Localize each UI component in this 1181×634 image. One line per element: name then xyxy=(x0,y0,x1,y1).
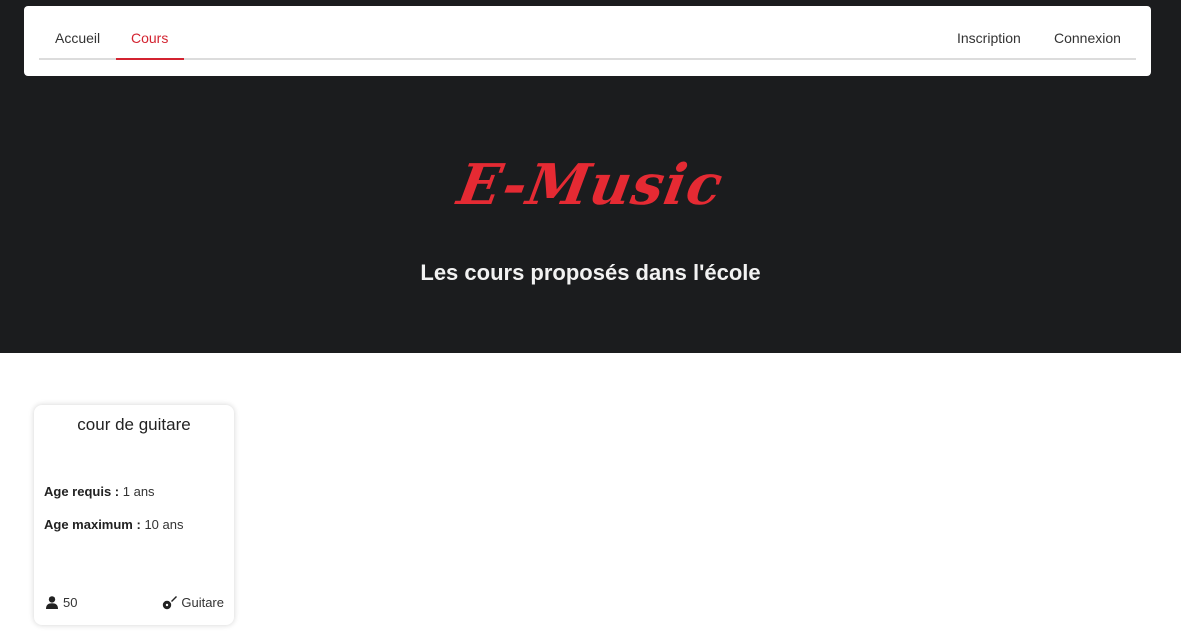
nav-item-connexion[interactable]: Connexion xyxy=(1054,30,1121,46)
nav-item-inscription[interactable]: Inscription xyxy=(957,30,1021,46)
course-age-max: Age maximum : 10 ans xyxy=(44,517,183,532)
capacity-value: 50 xyxy=(63,595,78,610)
nav-item-cours[interactable]: Cours xyxy=(131,30,168,46)
age-min-value: 1 ans xyxy=(122,484,155,499)
active-tab-indicator xyxy=(116,58,184,60)
guitar-icon xyxy=(162,595,178,610)
page-subtitle: Les cours proposés dans l'école xyxy=(420,260,761,285)
course-age-min: Age requis : 1 ans xyxy=(44,484,155,499)
instrument-label: Guitare xyxy=(181,595,224,610)
age-max-value: 10 ans xyxy=(144,517,184,532)
user-icon xyxy=(46,596,58,609)
course-card[interactable]: cour de guitare Age requis : 1 ans Age m… xyxy=(34,405,234,625)
course-capacity: 50 xyxy=(46,595,77,610)
age-min-label: Age requis : xyxy=(44,484,120,499)
course-instrument: Guitare xyxy=(162,595,224,610)
course-title: cour de guitare xyxy=(77,415,191,434)
nav-item-accueil[interactable]: Accueil xyxy=(55,30,100,46)
site-logo: E-Music xyxy=(452,152,729,218)
age-max-label: Age maximum : xyxy=(44,517,141,532)
navbar: Accueil Cours Inscription Connexion xyxy=(24,6,1151,76)
nav-divider xyxy=(39,58,1136,60)
